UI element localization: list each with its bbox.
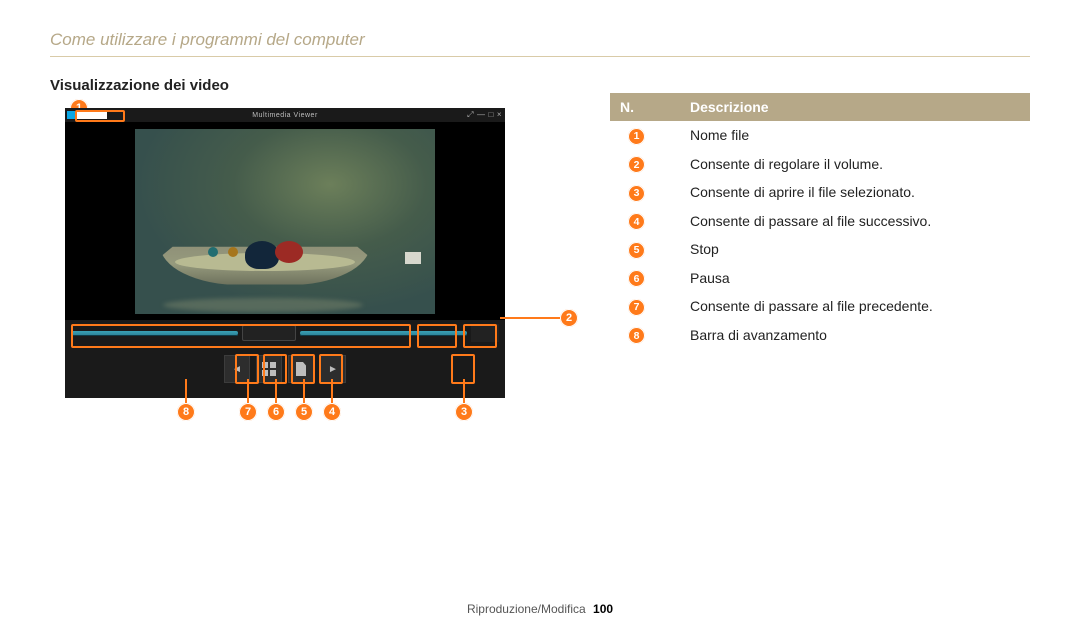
close-icon[interactable]: × <box>497 110 502 120</box>
row-marker: 5 <box>628 242 645 259</box>
callout-lead <box>303 379 305 405</box>
row-marker: 2 <box>628 156 645 173</box>
callout-box-1 <box>75 110 125 122</box>
row-desc: Consente di passare al file precedente. <box>680 292 1030 321</box>
video-frame <box>135 129 435 314</box>
window-controls[interactable]: ⤢ — □ × <box>467 110 502 120</box>
window-icon <box>67 111 75 119</box>
callout-marker-8: 8 <box>177 403 195 421</box>
window-title: Multimedia Viewer <box>252 112 318 119</box>
callout-box-2b <box>463 324 497 348</box>
table-row: 1 Nome file <box>610 121 1030 150</box>
row-desc: Nome file <box>680 121 1030 150</box>
row-desc: Consente di regolare il volume. <box>680 150 1030 179</box>
description-table: N. Descrizione 1 Nome file 2 Consente di r… <box>610 93 1030 349</box>
callout-marker-6: 6 <box>267 403 285 421</box>
callout-marker-2: 2 <box>560 309 578 327</box>
row-desc: Consente di passare al file successivo. <box>680 207 1030 236</box>
callout-box-8 <box>71 324 411 348</box>
row-marker: 4 <box>628 213 645 230</box>
table-row: 7 Consente di passare al file precedente. <box>610 292 1030 321</box>
table-row: 6 Pausa <box>610 264 1030 293</box>
callout-marker-7: 7 <box>239 403 257 421</box>
callout-marker-3: 3 <box>455 403 473 421</box>
row-marker: 6 <box>628 270 645 287</box>
footer-section-label: Riproduzione/Modifica <box>467 602 586 616</box>
chapter-title: Come utilizzare i programmi del computer <box>50 30 1030 57</box>
window-titlebar: Multimedia Viewer ⤢ — □ × <box>65 108 505 122</box>
description-column: N. Descrizione 1 Nome file 2 Consente di r… <box>610 77 1030 398</box>
table-row: 4 Consente di passare al file successivo. <box>610 207 1030 236</box>
row-desc: Consente di aprire il file selezionato. <box>680 178 1030 207</box>
callout-lead <box>500 317 560 319</box>
figure-column: Visualizzazione dei video 1 Multimedia V… <box>50 77 570 398</box>
callout-lead <box>185 379 187 405</box>
callout-marker-4: 4 <box>323 403 341 421</box>
callout-lead <box>275 379 277 405</box>
page-footer: Riproduzione/Modifica 100 <box>0 602 1080 616</box>
table-row: 8 Barra di avanzamento <box>610 321 1030 350</box>
table-header-number: N. <box>610 93 680 121</box>
table-row: 3 Consente di aprire il file selezionato. <box>610 178 1030 207</box>
row-desc: Barra di avanzamento <box>680 321 1030 350</box>
table-row: 2 Consente di regolare il volume. <box>610 150 1030 179</box>
callout-marker-5: 5 <box>295 403 313 421</box>
row-marker: 8 <box>628 327 645 344</box>
callout-lead <box>331 379 333 405</box>
video-display-area <box>65 122 505 320</box>
callout-box-2a <box>417 324 457 348</box>
maximize-icon[interactable]: □ <box>488 110 493 120</box>
fullscreen-icon[interactable]: ⤢ <box>467 110 474 120</box>
page-number: 100 <box>593 602 613 616</box>
table-row: 5 Stop <box>610 235 1030 264</box>
minimize-icon[interactable]: — <box>477 110 486 120</box>
multimedia-viewer-window: Multimedia Viewer ⤢ — □ × <box>65 108 505 398</box>
table-header-description: Descrizione <box>680 93 1030 121</box>
section-heading: Visualizzazione dei video <box>50 77 570 94</box>
callout-lead <box>463 379 465 405</box>
row-desc: Stop <box>680 235 1030 264</box>
row-marker: 3 <box>628 185 645 202</box>
callout-lead <box>247 379 249 405</box>
row-marker: 7 <box>628 299 645 316</box>
row-marker: 1 <box>628 128 645 145</box>
row-desc: Pausa <box>680 264 1030 293</box>
